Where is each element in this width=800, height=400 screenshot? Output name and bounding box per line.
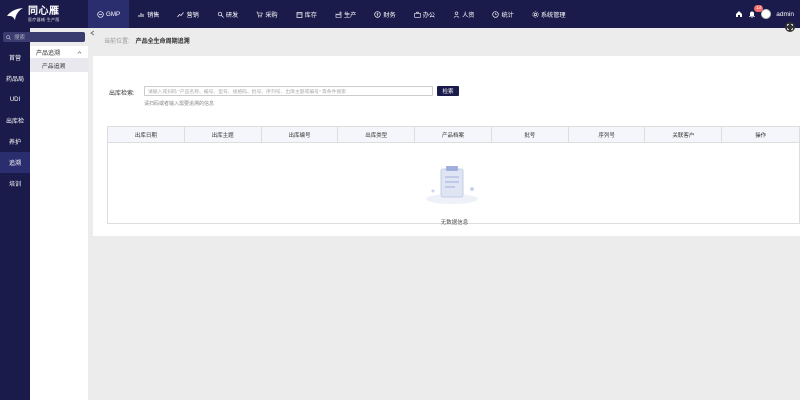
menu-search-input[interactable]: 搜索 xyxy=(3,32,85,42)
column-header: 关联客户 xyxy=(645,127,723,142)
logo-bird-icon xyxy=(7,8,23,20)
nav-item-1[interactable]: 销售 xyxy=(129,0,168,28)
sidebar-item-0[interactable]: 首营 xyxy=(0,47,30,68)
app-logo[interactable]: 同心雁 医疗器械·生产版 xyxy=(0,0,88,28)
outbound-search-input[interactable]: 请输入或扫码 "产品名称、编号、型号、规格码、批号、序列号、出库主题或编号" 等… xyxy=(144,86,433,96)
nav-item-3[interactable]: 研发 xyxy=(208,0,247,28)
nav-item-5[interactable]: 库存 xyxy=(287,0,326,28)
top-nav-menu: GMP 销售 营销 研发 采购 库存 生产 财务 办公 人资 统计 系统管理 xyxy=(88,0,575,28)
nav-item-label: 库存 xyxy=(304,11,317,19)
top-navbar: 同心雁 医疗器械·生产版 GMP 销售 营销 研发 采购 库存 生产 财务 办公 人资 统计 系统管理… xyxy=(0,0,800,28)
search-icon xyxy=(6,34,11,40)
expand-icon xyxy=(787,24,793,30)
sidebar-item-2[interactable]: UDI xyxy=(0,89,30,110)
empty-clipboard-icon xyxy=(426,166,478,204)
home-icon[interactable] xyxy=(735,10,743,18)
column-header: 出库编号 xyxy=(262,127,339,142)
nav-item-10[interactable]: 统计 xyxy=(483,0,522,28)
outbound-search-label: 出库检索: xyxy=(109,91,135,97)
empty-text: 无数据信息 xyxy=(440,220,469,226)
column-header: 出库日期 xyxy=(108,127,185,142)
search-button[interactable]: 检索 xyxy=(437,86,459,96)
nav-item-label: 生产 xyxy=(343,11,357,19)
person-icon xyxy=(453,11,460,18)
empty-state: 无数据信息 xyxy=(108,143,799,226)
outbound-table: 出库日期 出库主题 出库编号 出库类型 产品档案 批号 序列号 关联客户 操作 无数据信息 xyxy=(107,126,800,226)
briefcase-icon xyxy=(414,11,421,18)
nav-item-4[interactable]: 采购 xyxy=(247,0,286,28)
inventory-icon xyxy=(296,11,302,18)
nav-item-label: 办公 xyxy=(422,11,436,19)
nav-item-label: 人资 xyxy=(462,11,475,19)
avatar[interactable] xyxy=(761,9,772,19)
search-placeholder: 搜索 xyxy=(14,35,26,41)
research-icon xyxy=(217,11,224,18)
table-header: 出库日期 出库主题 出库编号 出库类型 产品档案 批号 序列号 关联客户 操作 xyxy=(108,127,799,143)
submenu-item-label: 产品追溯 xyxy=(42,63,66,70)
search-hint: 请扫码或者输入需要追溯的信息 xyxy=(144,101,215,107)
column-header: 批号 xyxy=(492,127,569,142)
clock-icon xyxy=(492,10,500,18)
bar-chart-icon xyxy=(138,12,144,17)
logo-subtitle: 医疗器械·生产版 xyxy=(28,16,60,22)
factory-icon xyxy=(335,11,342,18)
column-header: 操作 xyxy=(755,132,767,139)
primary-sidebar-list: 首营 药品局 UDI 出库检 养护 追溯 培训 xyxy=(0,47,30,194)
column-header: 序列号 xyxy=(569,127,646,142)
nav-item-8[interactable]: 办公 xyxy=(405,0,444,28)
nav-item-label: 销售 xyxy=(147,11,160,19)
notification-button[interactable]: 14 xyxy=(748,5,764,18)
trend-icon xyxy=(177,11,185,17)
nav-item-label: 采购 xyxy=(265,11,278,19)
breadcrumb-label: 当前位置: xyxy=(104,39,130,45)
outbound-search-placeholder: 请输入或扫码 "产品名称、编号、型号、规格码、批号、序列号、出库主题或编号" 等… xyxy=(148,89,346,95)
nav-item-11[interactable]: 系统管理 xyxy=(523,0,575,28)
sidebar-item-5[interactable]: 追溯 xyxy=(0,152,30,173)
chevron-up-icon xyxy=(77,50,82,54)
nav-item-6[interactable]: 生产 xyxy=(326,0,365,28)
nav-item-label: 系统管理 xyxy=(540,11,566,19)
nav-item-9[interactable]: 人资 xyxy=(444,0,483,28)
breadcrumb: 当前位置: 产品全生命周期追溯 xyxy=(104,36,190,45)
breadcrumb-current: 产品全生命周期追溯 xyxy=(135,39,190,45)
sidebar-item-3[interactable]: 出库检 xyxy=(0,110,30,131)
nav-item-label: 营销 xyxy=(186,11,199,19)
nav-item-label: 统计 xyxy=(501,11,514,19)
logo-name: 同心雁 xyxy=(28,5,60,17)
sidebar-item-4[interactable]: 养护 xyxy=(0,131,30,152)
nav-item-0[interactable]: GMP xyxy=(88,0,130,28)
column-header: 出库主题 xyxy=(185,127,262,142)
nav-item-label: 研发 xyxy=(225,11,239,19)
finance-icon xyxy=(374,10,382,18)
secondary-sidebar: 产品追溯 产品追溯 xyxy=(30,46,88,400)
submenu-group-product-trace[interactable]: 产品追溯 xyxy=(30,46,88,58)
submenu-group-label: 产品追溯 xyxy=(36,50,61,57)
submenu-item-product-trace[interactable]: 产品追溯 xyxy=(30,58,88,72)
nav-item-label: 财务 xyxy=(383,11,396,19)
cart-icon xyxy=(256,11,263,17)
column-header: 产品档案 xyxy=(415,127,492,142)
column-header: 出库类型 xyxy=(338,127,416,142)
nav-item-label: GMP xyxy=(106,10,121,18)
sidebar-item-6[interactable]: 培训 xyxy=(0,173,30,194)
gear-icon xyxy=(532,10,539,18)
sidebar-item-1[interactable]: 药品局 xyxy=(0,68,30,89)
fullscreen-button[interactable] xyxy=(785,22,795,32)
nav-item-7[interactable]: 财务 xyxy=(365,0,404,28)
username[interactable]: admin xyxy=(776,11,794,18)
gmp-icon xyxy=(97,10,104,18)
notification-badge: 14 xyxy=(754,5,764,12)
collapse-sidebar-icon[interactable] xyxy=(90,30,96,36)
nav-item-2[interactable]: 营销 xyxy=(168,0,207,28)
